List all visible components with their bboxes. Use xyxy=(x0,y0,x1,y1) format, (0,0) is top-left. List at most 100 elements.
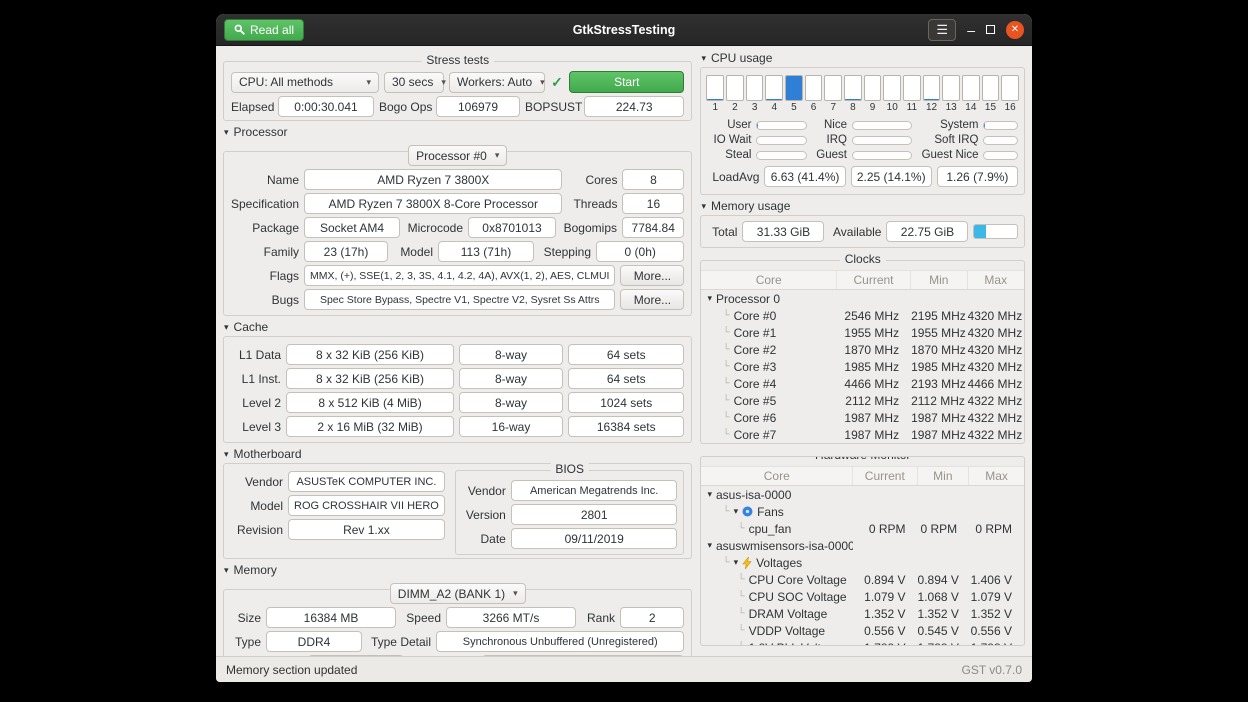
table-row[interactable]: └Core #71987 MHz1987 MHz4322 MHz xyxy=(701,426,1024,443)
model-entry[interactable]: 113 (71h) xyxy=(438,241,534,262)
cache-ways-entry[interactable]: 8-way xyxy=(459,344,563,365)
column-header-core[interactable]: Core xyxy=(701,467,853,485)
processor-expander[interactable]: ▾ Processor xyxy=(224,125,692,139)
threads-entry[interactable]: 16 xyxy=(622,193,684,214)
cache-ways-entry[interactable]: 8-way xyxy=(459,392,563,413)
table-row[interactable]: ▾asus-isa-0000 xyxy=(701,486,1024,503)
row-name: Core #1 xyxy=(734,326,777,340)
stress-method-select[interactable]: CPU: All methods ▾ xyxy=(231,72,379,93)
motherboard-expander[interactable]: ▾ Motherboard xyxy=(224,447,692,461)
table-row[interactable]: └Core #21870 MHz1870 MHz4320 MHz xyxy=(701,341,1024,358)
row-name: Core #6 xyxy=(734,411,777,425)
expander-triangle-icon[interactable]: ▾ xyxy=(734,557,739,568)
bios-version-entry[interactable]: 2801 xyxy=(511,504,678,525)
table-row[interactable]: └Core #11955 MHz1955 MHz4320 MHz xyxy=(701,324,1024,341)
bogo-ops-entry[interactable]: 106979 xyxy=(436,96,520,117)
mb-model-entry[interactable]: ROG CROSSHAIR VII HERO xyxy=(288,495,445,516)
mb-revision-entry[interactable]: Rev 1.xx xyxy=(288,519,445,540)
cache-sets-entry[interactable]: 16384 sets xyxy=(568,416,684,437)
cache-ways-entry[interactable]: 16-way xyxy=(459,416,563,437)
column-header-max[interactable]: Max xyxy=(968,271,1024,289)
column-header-min[interactable]: Min xyxy=(918,467,970,485)
bios-vendor-entry[interactable]: American Megatrends Inc. xyxy=(511,480,678,501)
column-header-max[interactable]: Max xyxy=(969,467,1024,485)
bugs-more-button[interactable]: More... xyxy=(620,289,684,310)
table-row[interactable]: └▾Fans xyxy=(701,503,1024,520)
mem-rank-entry[interactable]: 2 xyxy=(620,607,684,628)
loadavg-5min-entry[interactable]: 2.25 (14.1%) xyxy=(851,166,932,187)
table-row[interactable]: └CPU SOC Voltage1.079 V1.068 V1.079 V xyxy=(701,588,1024,605)
memory-expander[interactable]: ▾ Memory xyxy=(224,563,692,577)
cache-expander[interactable]: ▾ Cache xyxy=(224,320,692,334)
stepping-entry[interactable]: 0 (0h) xyxy=(596,241,684,262)
expander-triangle-icon[interactable]: ▾ xyxy=(707,540,712,551)
expander-triangle-icon[interactable]: ▾ xyxy=(734,506,739,517)
loadavg-1min-entry[interactable]: 6.63 (41.4%) xyxy=(764,166,845,187)
flags-more-button[interactable]: More... xyxy=(620,265,684,286)
close-button[interactable]: ✕ xyxy=(1006,21,1024,39)
package-entry[interactable]: Socket AM4 xyxy=(304,217,400,238)
bugs-entry[interactable]: Spec Store Bypass, Spectre V1, Spectre V… xyxy=(304,289,615,310)
cache-size-entry[interactable]: 2 x 16 MiB (32 MiB) xyxy=(286,416,454,437)
mem-type-entry[interactable]: DDR4 xyxy=(266,631,362,652)
cache-sets-entry[interactable]: 1024 sets xyxy=(568,392,684,413)
maximize-button[interactable] xyxy=(986,25,995,34)
processor-select[interactable]: Processor #0 ▾ xyxy=(408,145,507,166)
start-button[interactable]: Start xyxy=(569,71,684,93)
cpu-name-entry[interactable]: AMD Ryzen 7 3800X xyxy=(304,169,562,190)
table-row[interactable]: └1.8V PLL Voltage1.788 V1.788 V1.788 V xyxy=(701,639,1024,646)
column-header-current[interactable]: Current xyxy=(853,467,918,485)
titlebar[interactable]: Read all GtkStressTesting ☰ – ✕ xyxy=(216,14,1032,46)
cache-ways-entry[interactable]: 8-way xyxy=(459,368,563,389)
flags-entry[interactable]: MMX, (+), SSE(1, 2, 3, 3S, 4.1, 4.2, 4A)… xyxy=(304,265,615,286)
bios-date-entry[interactable]: 09/11/2019 xyxy=(511,528,678,549)
stress-workers-select[interactable]: Workers: Auto ▾ xyxy=(449,72,545,93)
cache-sets-entry[interactable]: 64 sets xyxy=(568,344,684,365)
cache-size-entry[interactable]: 8 x 32 KiB (256 KiB) xyxy=(286,368,454,389)
mem-part-entry[interactable]: F4-3000C15-16GTZ xyxy=(482,655,684,656)
mb-vendor-entry[interactable]: ASUSTeK COMPUTER INC. xyxy=(288,471,445,492)
loadavg-15min-entry[interactable]: 1.26 (7.9%) xyxy=(937,166,1018,187)
mem-speed-entry[interactable]: 3266 MT/s xyxy=(446,607,576,628)
spec-entry[interactable]: AMD Ryzen 7 3800X 8-Core Processor xyxy=(304,193,562,214)
table-row[interactable]: └cpu_fan0 RPM0 RPM0 RPM xyxy=(701,520,1024,537)
column-header-current[interactable]: Current xyxy=(837,271,911,289)
cache-size-entry[interactable]: 8 x 512 KiB (4 MiB) xyxy=(286,392,454,413)
mem-manufacturer-entry[interactable]: G Skill Intl xyxy=(308,655,404,656)
cores-entry[interactable]: 8 xyxy=(622,169,684,190)
minimize-button[interactable]: – xyxy=(967,27,975,33)
read-all-button[interactable]: Read all xyxy=(224,19,304,41)
bops-entry[interactable]: 224.73 xyxy=(584,96,684,117)
table-row[interactable]: └Core #44466 MHz2193 MHz4466 MHz xyxy=(701,375,1024,392)
bogomips-entry[interactable]: 7784.84 xyxy=(622,217,684,238)
family-entry[interactable]: 23 (17h) xyxy=(304,241,388,262)
table-row[interactable]: └Core #02546 MHz2195 MHz4320 MHz xyxy=(701,307,1024,324)
table-row[interactable]: └Core #52112 MHz2112 MHz4322 MHz xyxy=(701,392,1024,409)
mem-total-entry[interactable]: 31.33 GiB xyxy=(742,221,824,242)
column-header-min[interactable]: Min xyxy=(911,271,967,289)
mem-available-entry[interactable]: 22.75 GiB xyxy=(886,221,968,242)
elapsed-entry[interactable]: 0:00:30.041 xyxy=(278,96,374,117)
table-row[interactable]: ▾asuswmisensors-isa-0000 xyxy=(701,537,1024,554)
mem-type-detail-entry[interactable]: Synchronous Unbuffered (Unregistered) xyxy=(436,631,684,652)
expander-triangle-icon[interactable]: ▾ xyxy=(707,489,712,500)
table-row[interactable]: └DRAM Voltage1.352 V1.352 V1.352 V xyxy=(701,605,1024,622)
table-row[interactable]: ▾Processor 0 xyxy=(701,290,1024,307)
table-row[interactable]: └Core #31985 MHz1985 MHz4320 MHz xyxy=(701,358,1024,375)
table-row[interactable]: └CPU Core Voltage0.894 V0.894 V1.406 V xyxy=(701,571,1024,588)
cache-sets-entry[interactable]: 64 sets xyxy=(568,368,684,389)
table-row[interactable]: └VDDP Voltage0.556 V0.545 V0.556 V xyxy=(701,622,1024,639)
cpu-usage-expander[interactable]: ▾ CPU usage xyxy=(701,51,1025,65)
cpu-stat-progressbar xyxy=(983,136,1018,145)
cache-size-entry[interactable]: 8 x 32 KiB (256 KiB) xyxy=(286,344,454,365)
stress-duration-select[interactable]: 30 secs ▾ xyxy=(384,72,444,93)
menu-button[interactable]: ☰ xyxy=(928,19,956,41)
table-row[interactable]: └Core #61987 MHz1987 MHz4322 MHz xyxy=(701,409,1024,426)
column-header-core[interactable]: Core xyxy=(701,271,836,289)
dimm-select[interactable]: DIMM_A2 (BANK 1) ▾ xyxy=(390,583,526,604)
memory-usage-expander[interactable]: ▾ Memory usage xyxy=(701,199,1025,213)
expander-triangle-icon[interactable]: ▾ xyxy=(707,293,712,304)
table-row[interactable]: └▾Voltages xyxy=(701,554,1024,571)
microcode-entry[interactable]: 0x8701013 xyxy=(468,217,556,238)
mem-size-entry[interactable]: 16384 MB xyxy=(266,607,396,628)
